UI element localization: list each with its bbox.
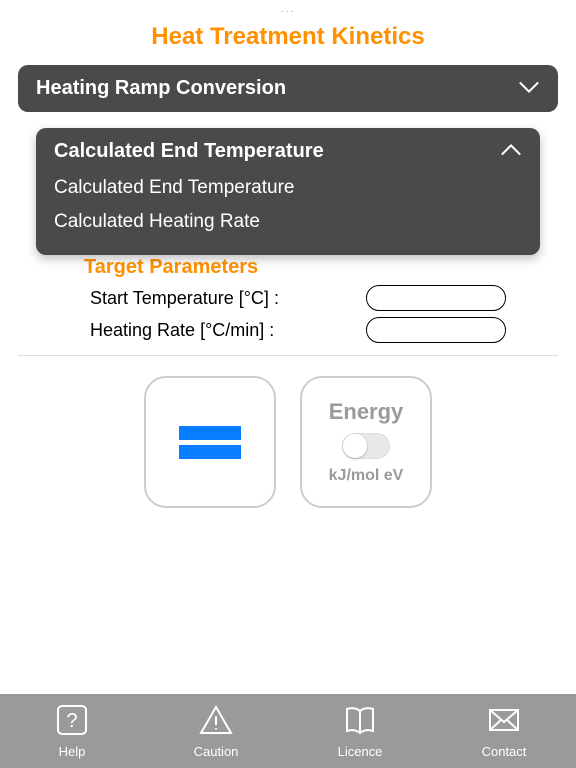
tab-label-licence: Licence [338, 744, 383, 759]
toggle-knob [343, 434, 367, 458]
tab-contact[interactable]: Contact [432, 694, 576, 768]
calculate-button[interactable] [144, 376, 276, 508]
help-icon: ? [55, 703, 89, 742]
tab-help[interactable]: ? Help [0, 694, 144, 768]
action-button-row: Energy kJ/mol eV [0, 376, 576, 508]
svg-text:?: ? [66, 710, 77, 732]
section-target-parameters: Target Parameters [84, 256, 506, 279]
mail-icon [487, 703, 521, 742]
energy-title: Energy [329, 399, 404, 425]
dropdown-selected-label: Calculated End Temperature [54, 140, 324, 163]
energy-units-label: kJ/mol eV [329, 467, 404, 485]
chevron-down-icon [518, 77, 540, 100]
accordion-label: Heating Ramp Conversion [36, 77, 286, 100]
tab-bar: ? Help Caution Licence Contact [0, 694, 576, 768]
dropdown-option-end-temperature[interactable]: Calculated End Temperature [54, 171, 522, 205]
dropdown-selected[interactable]: Calculated End Temperature [54, 140, 522, 163]
tab-label-help: Help [59, 744, 86, 759]
energy-unit-toggle[interactable] [342, 433, 390, 459]
tab-label-contact: Contact [482, 744, 527, 759]
energy-unit-card: Energy kJ/mol eV [300, 376, 432, 508]
chevron-up-icon [500, 140, 522, 163]
accordion-heating-ramp[interactable]: Heating Ramp Conversion [18, 65, 558, 112]
row-target-start-temp: Start Temperature [°C] : [90, 285, 506, 311]
dropdown-option-heating-rate[interactable]: Calculated Heating Rate [54, 205, 522, 239]
tab-caution[interactable]: Caution [144, 694, 288, 768]
caution-icon [199, 703, 233, 742]
tab-label-caution: Caution [194, 744, 239, 759]
calculated-mode-dropdown[interactable]: Calculated End Temperature Calculated En… [36, 128, 540, 255]
equals-icon [179, 421, 241, 464]
status-ellipsis: ... [0, 0, 576, 15]
book-icon [343, 703, 377, 742]
input-target-heating-rate[interactable] [366, 317, 506, 343]
label-target-heating-rate: Heating Rate [°C/min] : [90, 320, 366, 341]
label-target-start-temp: Start Temperature [°C] : [90, 288, 366, 309]
input-target-start-temp[interactable] [366, 285, 506, 311]
page-title: Heat Treatment Kinetics [0, 23, 576, 51]
row-target-heating-rate: Heating Rate [°C/min] : [90, 317, 506, 343]
divider [18, 355, 558, 356]
tab-licence[interactable]: Licence [288, 694, 432, 768]
